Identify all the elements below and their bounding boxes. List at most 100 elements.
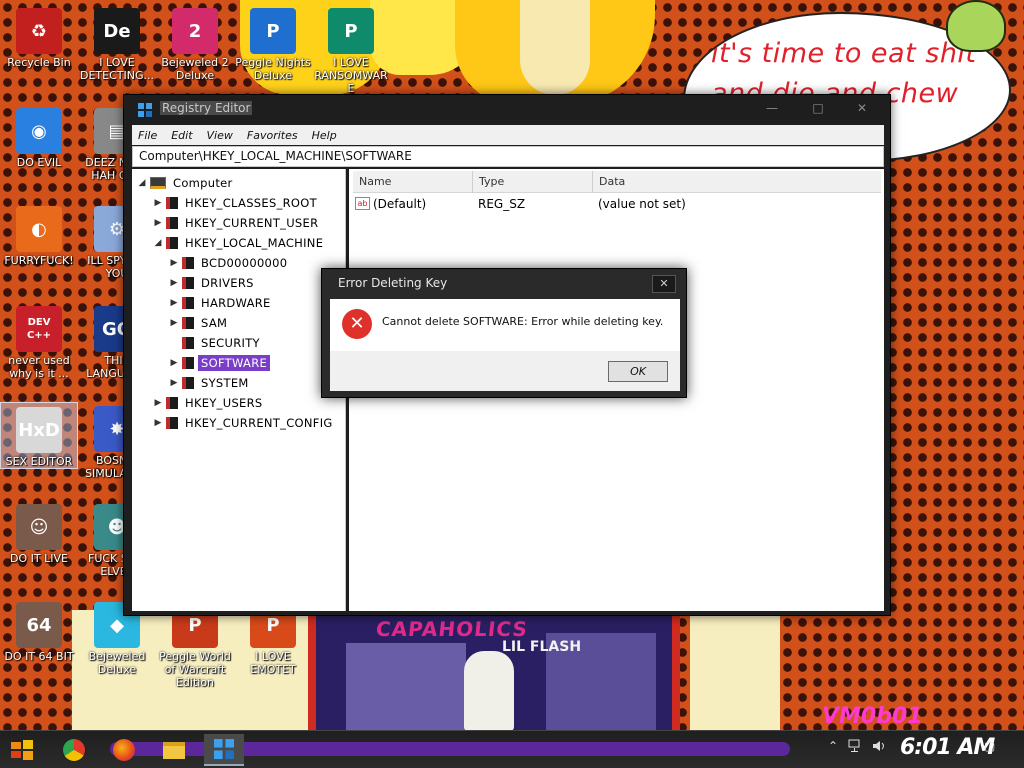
desktop-icon-label: I LOVE EMOTET <box>250 650 296 676</box>
title-bar[interactable]: Registry Editor — □ ✕ <box>124 95 890 123</box>
show-hidden-icons-button[interactable]: ⌃ <box>828 739 838 753</box>
notifications-icon[interactable]: ▢ <box>984 739 995 753</box>
desktop-icon[interactable]: ◐ FURRYFUCK! <box>0 202 78 267</box>
tree-node-label: HARDWARE <box>201 296 271 310</box>
portrait-icon: ☺ <box>16 504 62 550</box>
tree-node[interactable]: ▶ HKEY_CURRENT_USER <box>152 214 321 232</box>
tree-node[interactable]: ▶ HKEY_CURRENT_CONFIG <box>152 414 336 432</box>
collapsed-arrow-icon[interactable]: ▶ <box>152 418 164 428</box>
collapsed-arrow-icon[interactable]: ▶ <box>152 398 164 408</box>
tree-node[interactable]: ▶ SAM <box>168 314 230 332</box>
collapsed-arrow-icon[interactable]: ▶ <box>152 218 164 228</box>
desktop-icon[interactable]: DEV C++ never used why is it ... <box>0 302 78 380</box>
maximize-button[interactable]: □ <box>804 99 832 117</box>
chrome-icon: ◉ <box>16 108 62 154</box>
menu-view[interactable]: View <box>207 129 233 142</box>
tree-node[interactable]: ▶ BCD00000000 <box>168 254 290 272</box>
taskbar-registry-editor[interactable] <box>204 734 244 766</box>
tree-node[interactable]: ◢ Computer <box>136 174 236 192</box>
tree-node[interactable]: ▶ SOFTWARE <box>168 354 271 372</box>
ok-button[interactable]: OK <box>608 361 668 382</box>
tree-node-label: HKEY_CLASSES_ROOT <box>185 196 317 210</box>
taskbar-file-explorer[interactable] <box>154 734 194 766</box>
detect-it-easy-icon: De <box>94 8 140 54</box>
registry-key-icon <box>166 197 178 209</box>
tree-node[interactable]: ◢ HKEY_LOCAL_MACHINE <box>152 234 326 252</box>
collapsed-arrow-icon[interactable]: ▶ <box>168 298 180 308</box>
taskbar-firefox[interactable] <box>104 734 144 766</box>
error-dialog[interactable]: Error Deleting Key ✕ ✕ Cannot delete SOF… <box>321 268 687 398</box>
wallpaper-watermark: VM0b01 <box>822 704 923 729</box>
collapsed-arrow-icon[interactable]: ▶ <box>168 318 180 328</box>
tree-node-label: SECURITY <box>201 336 260 350</box>
value-name: (Default) <box>373 197 427 211</box>
tree-node[interactable]: ▶ DRIVERS <box>168 274 257 292</box>
column-header-type[interactable]: Type <box>473 171 593 193</box>
tree-node-label: Computer <box>173 176 233 190</box>
collapsed-arrow-icon[interactable]: ▶ <box>152 198 164 208</box>
menu-favorites[interactable]: Favorites <box>247 129 298 142</box>
registry-key-icon <box>182 277 194 289</box>
tree-node-label: SOFTWARE <box>198 355 271 371</box>
key-tree-pane[interactable]: ◢ Computer ▶ HKEY_CLASSES_ROOT ▶ HKEY_CURRENT… <box>132 169 346 611</box>
collapsed-arrow-icon[interactable]: ▶ <box>168 378 180 388</box>
collapsed-arrow-icon[interactable]: ▶ <box>168 358 180 368</box>
desktop-icon[interactable]: HxD SEX EDITOR <box>0 402 78 469</box>
column-header-name[interactable]: Name <box>353 171 473 193</box>
album-title: CAPAHOLICS <box>374 617 530 641</box>
desktop-icon[interactable]: ☺ DO IT LIVE <box>0 500 78 565</box>
tree-node-label: HKEY_CURRENT_USER <box>185 216 319 230</box>
network-icon[interactable] <box>848 739 864 756</box>
registry-key-icon <box>182 377 194 389</box>
close-button[interactable]: ✕ <box>848 99 876 117</box>
start-icon <box>11 740 33 760</box>
tree-node-label: SAM <box>201 316 228 330</box>
desktop-icon-label: FURRYFUCK! <box>4 254 74 267</box>
desktop-icon[interactable]: P Peggle Nights Deluxe <box>234 4 312 82</box>
dialog-close-button[interactable]: ✕ <box>652 275 676 293</box>
tree-node-label: SYSTEM <box>201 376 249 390</box>
tree-node[interactable]: ▶ HARDWARE <box>168 294 274 312</box>
registry-key-icon <box>182 257 194 269</box>
desktop-icon[interactable]: 2 Bejeweled 2 Deluxe <box>156 4 234 82</box>
album-building <box>346 643 466 730</box>
minimize-button[interactable]: — <box>758 99 786 117</box>
menu-help[interactable]: Help <box>312 129 337 142</box>
dialog-body: ✕ Cannot delete SOFTWARE: Error while de… <box>330 299 680 351</box>
registry-key-icon <box>166 237 178 249</box>
desktop-icon[interactable]: ◉ DO EVIL <box>0 104 78 169</box>
regedit-icon <box>138 103 152 117</box>
desktop-icon-label: DO IT 64 BIT <box>4 650 74 663</box>
wallpaper-album-art: CAPAHOLICS LIL FLASH <box>308 613 680 730</box>
tree-node[interactable]: ▶ SYSTEM <box>168 374 252 392</box>
desktop-icon-label: Peggle Nights Deluxe <box>235 56 311 82</box>
start-button[interactable] <box>2 734 42 766</box>
error-message: Cannot delete SOFTWARE: Error while dele… <box>382 315 664 328</box>
menu-file[interactable]: File <box>138 129 157 142</box>
column-header-data[interactable]: Data <box>593 171 881 193</box>
desktop-icon[interactable]: 64 DO IT 64 BIT <box>0 598 78 663</box>
collapsed-arrow-icon[interactable]: ▶ <box>168 278 180 288</box>
desktop-icon-label: Bejeweled 2 Deluxe <box>161 56 229 82</box>
taskbar-chrome[interactable] <box>54 734 94 766</box>
menu-bar: File Edit View Favorites Help <box>132 125 884 145</box>
desktop-icon[interactable]: PI LOVE RANSOMWARE <box>312 4 390 95</box>
tree-node-label: HKEY_CURRENT_CONFIG <box>185 416 333 430</box>
desktop-icon-label: Peggle World of Warcraft Edition <box>159 650 231 689</box>
desktop-icon[interactable]: ♻ Recycle Bin <box>0 4 78 69</box>
expanded-arrow-icon[interactable]: ◢ <box>152 238 164 248</box>
desktop-icon-label: Recycle Bin <box>7 56 71 69</box>
dialog-title: Error Deleting Key <box>338 276 448 290</box>
tree-node[interactable]: ▶ HKEY_USERS <box>152 394 266 412</box>
expanded-arrow-icon[interactable]: ◢ <box>136 178 148 188</box>
hxd-hex-editor-icon: HxD <box>16 407 62 453</box>
menu-edit[interactable]: Edit <box>171 129 192 142</box>
tree-node[interactable]: SECURITY <box>168 334 263 352</box>
collapsed-arrow-icon[interactable]: ▶ <box>168 258 180 268</box>
desktop-icon[interactable]: De I LOVE DETECTING... <box>78 4 156 82</box>
volume-icon[interactable] <box>872 739 888 756</box>
publisher-icon: P <box>328 8 374 54</box>
tree-node[interactable]: ▶ HKEY_CLASSES_ROOT <box>152 194 320 212</box>
taskbar-clock[interactable]: 6:01 AM <box>900 735 995 760</box>
address-bar[interactable]: Computer\HKEY_LOCAL_MACHINE\SOFTWARE <box>132 146 884 167</box>
